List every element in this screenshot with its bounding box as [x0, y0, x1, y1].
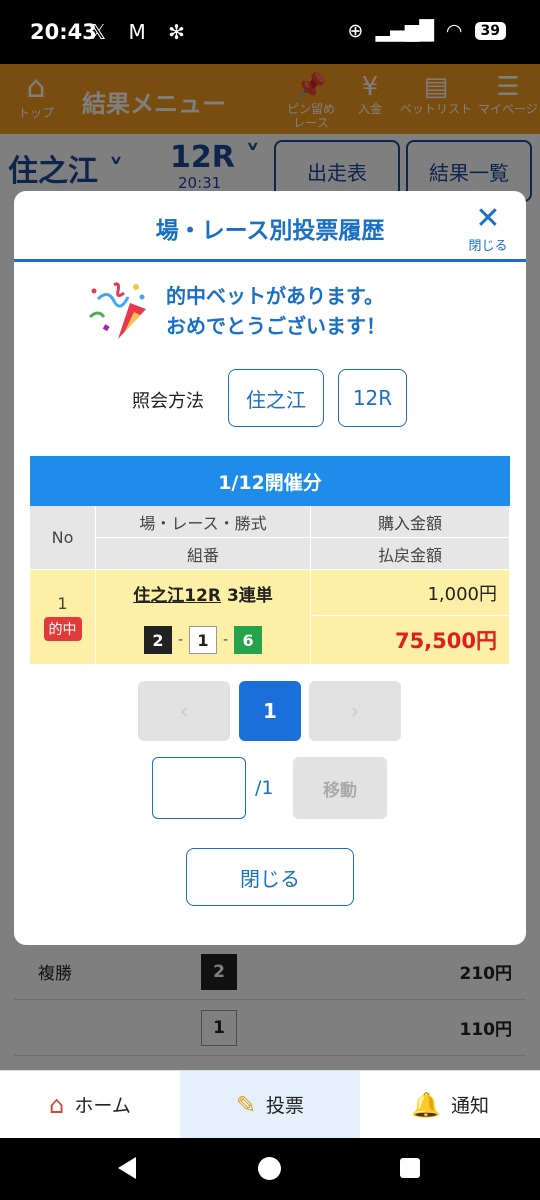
- party-popper-icon: [88, 282, 146, 339]
- purchase-amount: 1,000円: [311, 570, 510, 616]
- recents-icon[interactable]: [400, 1158, 420, 1178]
- bottom-tab-bar: ⌂ ホーム ✎ 投票 🔔 通知: [0, 1070, 540, 1138]
- home-circle-icon[interactable]: [258, 1157, 281, 1180]
- bet-history-table: 1/12開催分 No 場・レース・勝式 購入金額 組番 払戻金額 1 的中 住之…: [30, 456, 510, 664]
- query-method-label: 照会方法: [132, 391, 204, 412]
- header-no: No: [30, 506, 96, 570]
- row-no-cell: 1 的中: [30, 570, 96, 664]
- boat-number-first: 2: [143, 626, 172, 654]
- signal-icon: ▂▄▆█: [375, 20, 434, 42]
- header-race-type: 場・レース・勝式: [96, 506, 311, 538]
- notification-icons: 𝕏 M ✻: [90, 20, 193, 44]
- title-divider: [14, 259, 526, 262]
- chevron-left-icon: ‹: [180, 699, 188, 723]
- bet-type: 3連単: [226, 585, 273, 606]
- boat-number-second: 1: [189, 626, 217, 654]
- combo-separator: -: [177, 632, 183, 648]
- combination-cell: 2 - 1 - 6: [96, 616, 311, 664]
- house-icon: ⌂: [49, 1090, 65, 1119]
- table-title: 1/12開催分: [30, 456, 510, 506]
- combo-separator: -: [223, 632, 229, 648]
- back-icon[interactable]: [118, 1157, 136, 1179]
- system-icons: ⊕ ▂▄▆█ ◠ 39: [348, 20, 506, 42]
- congrats-line1: 的中ベットがあります。: [166, 284, 384, 308]
- payout-amount: 75,500円: [311, 616, 510, 664]
- hit-badge: 的中: [43, 616, 82, 641]
- page-total: /1: [255, 777, 274, 799]
- next-page-button[interactable]: ›: [309, 681, 401, 741]
- tab-notifications-label: 通知: [450, 1095, 489, 1117]
- header-payout: 払戻金額: [311, 538, 510, 570]
- congrats-line2: おめでとうございます！: [166, 314, 386, 338]
- congrats-message: 的中ベットがあります。 おめでとうございます！: [84, 279, 464, 349]
- table-header: No 場・レース・勝式 購入金額 組番 払戻金額: [30, 506, 510, 570]
- page-1-button[interactable]: 1: [239, 681, 301, 741]
- page-number-input[interactable]: [152, 757, 246, 819]
- tab-vote[interactable]: ✎ 投票: [180, 1071, 360, 1138]
- query-race-chip[interactable]: 12R: [338, 369, 407, 427]
- table-row: 1 的中 住之江12R 3連単 1,000円 2 - 1 - 6 75,500円: [30, 570, 510, 664]
- tab-vote-label: 投票: [266, 1095, 305, 1117]
- race-cell: 住之江12R 3連単: [96, 570, 311, 616]
- modal-title: 場・レース別投票履歴: [155, 218, 385, 244]
- wifi-icon: ◠: [445, 20, 463, 42]
- data-saver-icon: ⊕: [347, 20, 364, 42]
- modal-close-button[interactable]: ✕ 閉じる: [464, 201, 512, 255]
- row-no: 1: [57, 593, 68, 613]
- ticket-icon: ✎: [235, 1090, 257, 1119]
- battery-icon: 39: [474, 22, 506, 40]
- tab-home-label: ホーム: [74, 1095, 131, 1117]
- boat-number-third: 6: [234, 626, 263, 654]
- bet-history-modal: 場・レース別投票履歴 ✕ 閉じる 的中ベットがあります。 おめでとうございます！…: [14, 191, 526, 945]
- query-venue-chip[interactable]: 住之江: [228, 369, 324, 427]
- close-label: 閉じる: [468, 239, 508, 254]
- system-nav-bar: [0, 1138, 540, 1200]
- header-purchase: 購入金額: [311, 506, 510, 538]
- status-time: 20:43: [30, 20, 97, 44]
- close-button[interactable]: 閉じる: [186, 848, 354, 906]
- move-page-button[interactable]: 移動: [293, 757, 387, 819]
- chevron-right-icon: ›: [351, 699, 359, 723]
- status-bar: 20:43 𝕏 M ✻ ⊕ ▂▄▆█ ◠ 39: [0, 0, 540, 64]
- prev-page-button[interactable]: ‹: [138, 681, 230, 741]
- race-link[interactable]: 住之江12R: [133, 581, 221, 606]
- header-combination: 組番: [96, 538, 311, 570]
- tab-home[interactable]: ⌂ ホーム: [0, 1071, 180, 1138]
- close-icon: ✕: [475, 201, 501, 236]
- bell-icon: 🔔: [411, 1090, 441, 1119]
- tab-notifications[interactable]: 🔔 通知: [360, 1071, 540, 1138]
